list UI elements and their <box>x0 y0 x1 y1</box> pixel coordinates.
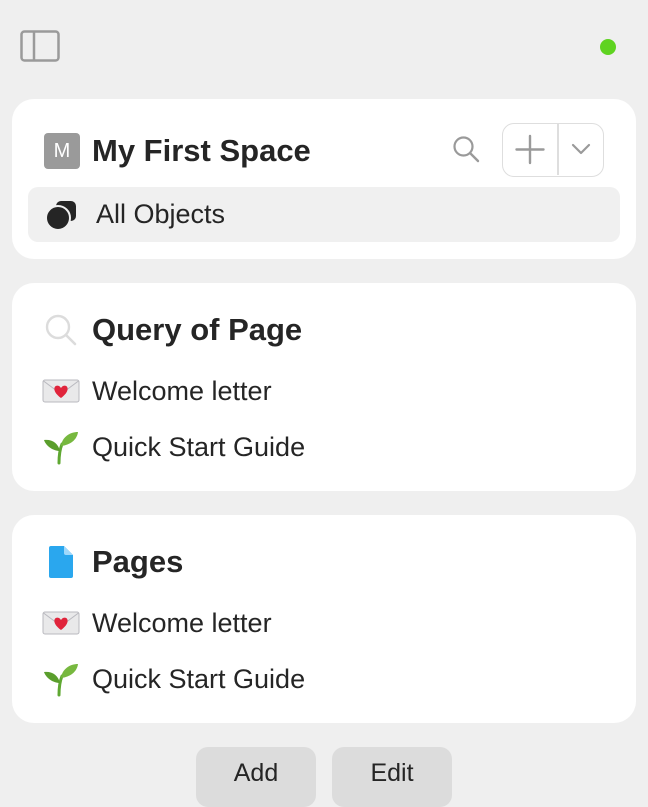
space-title[interactable]: My First Space <box>92 129 311 173</box>
list-item-label: Welcome letter <box>92 376 272 406</box>
space-widget: M My First Space All Objects <box>12 99 636 259</box>
list-item-label: Welcome letter <box>92 608 272 638</box>
list-item-label: Quick Start Guide <box>92 664 306 694</box>
widget-title: Query of Page <box>92 312 303 347</box>
list-item-quick-start-guide[interactable]: Quick Start Guide <box>12 419 636 475</box>
space-header: M My First Space <box>12 99 636 187</box>
top-bar <box>0 0 648 92</box>
sync-status-dot <box>600 39 616 55</box>
list-item-label: Quick Start Guide <box>92 432 306 462</box>
objects-icon <box>45 199 78 231</box>
query-widget: Query of Page Welcome letter Quick Start… <box>12 283 636 491</box>
widget-header-query[interactable]: Query of Page <box>12 283 636 375</box>
pages-widget: Pages Welcome letter Quick Start Guide <box>12 515 636 723</box>
list-item-quick-start-guide[interactable]: Quick Start Guide <box>12 651 636 707</box>
create-object-split-button <box>502 123 604 177</box>
seedling-icon <box>42 429 80 465</box>
widget-title: Pages <box>92 544 184 579</box>
edit-widgets-button[interactable]: Edit <box>332 747 452 807</box>
sidebar-toggle-icon[interactable] <box>20 30 60 62</box>
widget-header-pages[interactable]: Pages <box>12 515 636 607</box>
love-letter-icon <box>42 373 80 409</box>
seedling-icon <box>42 661 80 697</box>
search-icon <box>44 313 78 347</box>
add-widget-button[interactable]: Add <box>196 747 316 807</box>
page-icon <box>44 545 78 579</box>
all-objects-label: All Objects <box>96 199 226 229</box>
all-objects-button[interactable]: All Objects <box>28 187 620 242</box>
plus-icon[interactable] <box>503 124 557 175</box>
search-icon[interactable] <box>452 135 480 163</box>
list-item-welcome-letter[interactable]: Welcome letter <box>12 363 636 419</box>
chevron-down-icon[interactable] <box>559 124 602 175</box>
space-avatar[interactable]: M <box>44 133 80 169</box>
list-item-welcome-letter[interactable]: Welcome letter <box>12 595 636 651</box>
love-letter-icon <box>42 605 80 641</box>
